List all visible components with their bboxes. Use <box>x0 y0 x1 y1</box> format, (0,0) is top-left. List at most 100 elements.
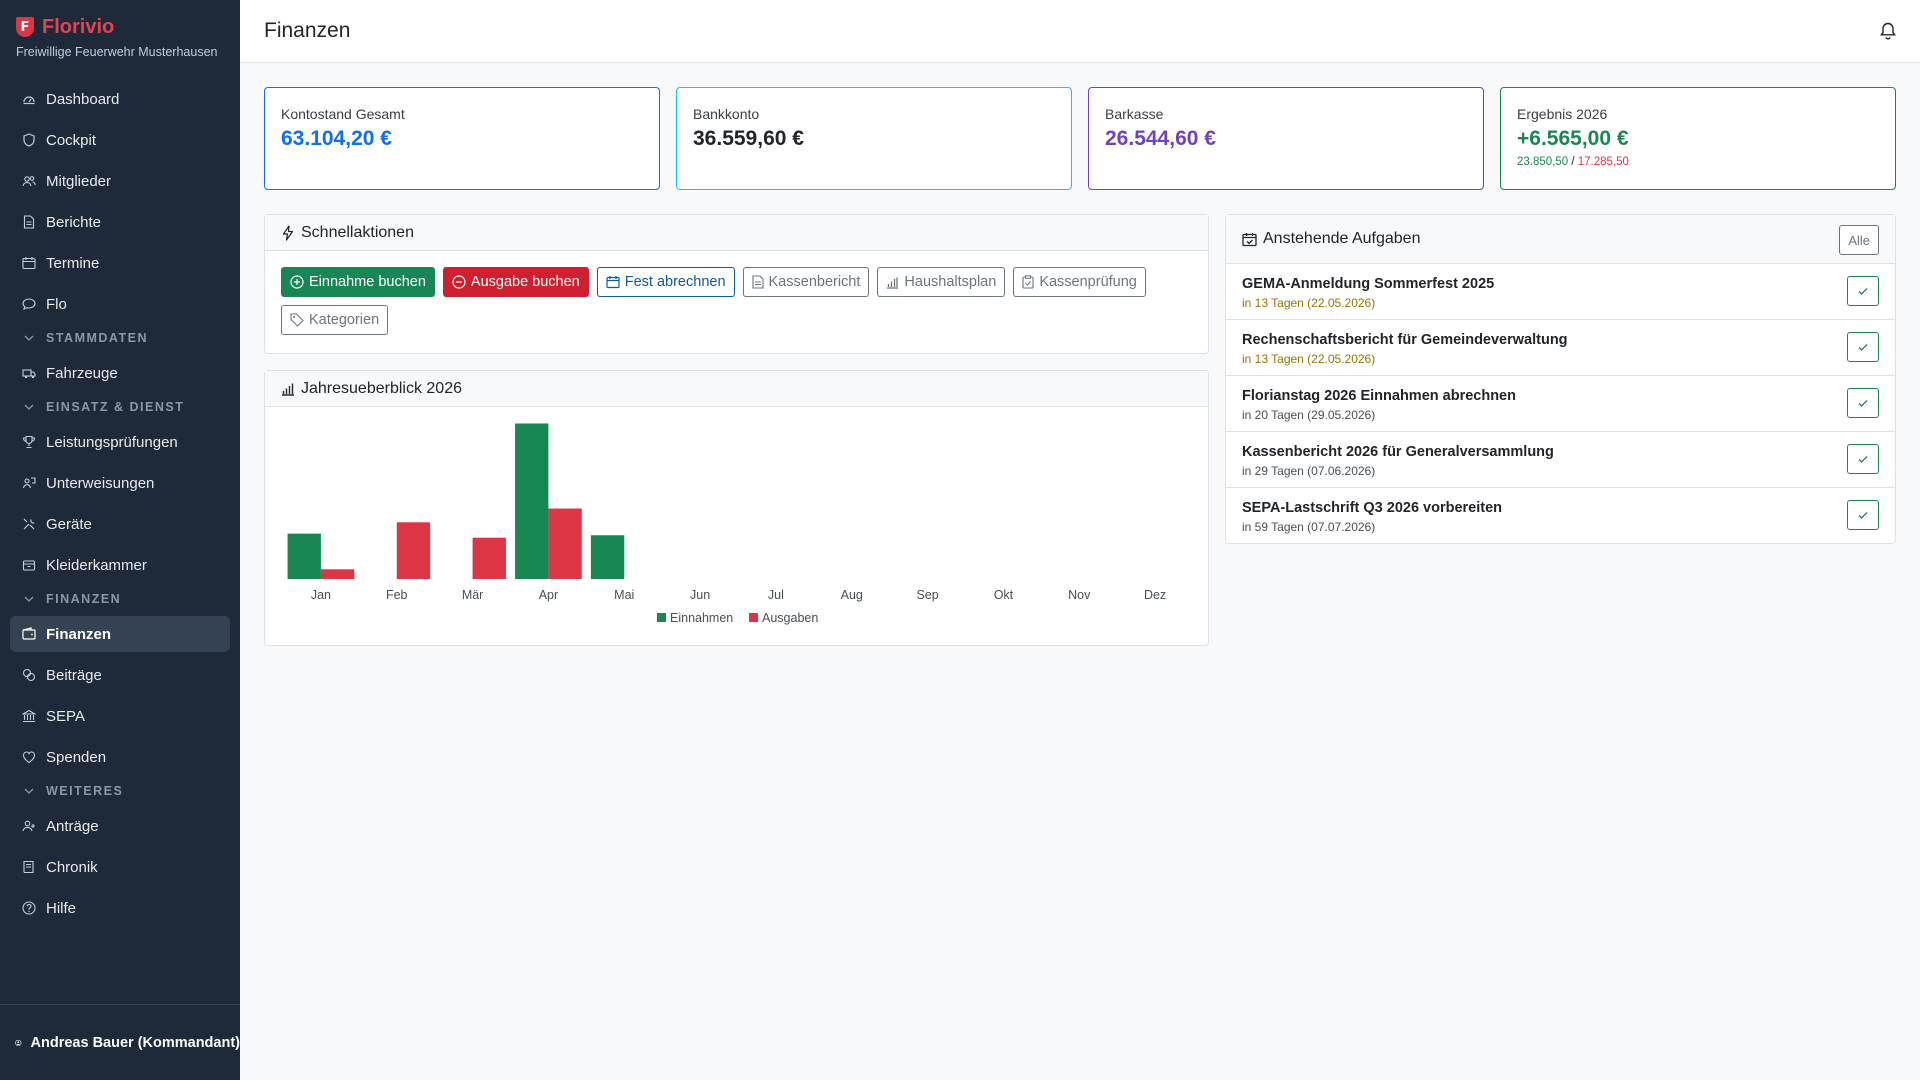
stat-card-total: Kontostand Gesamt 63.104,20 € <box>264 87 660 190</box>
sidebar-item-kleiderkammer[interactable]: Kleiderkammer <box>10 547 230 583</box>
stat-value: 36.559,60 € <box>693 127 804 150</box>
brand: F Florivio Freiwillige Feuerwehr Musterh… <box>16 14 231 59</box>
legend-swatch <box>749 613 758 622</box>
bell-icon[interactable] <box>1878 21 1898 41</box>
x-tick-label: Okt <box>994 588 1014 602</box>
sidebar-item-label: Berichte <box>46 213 102 231</box>
stat-label: Barkasse <box>1105 106 1164 122</box>
complete-task-button[interactable] <box>1847 332 1879 362</box>
bar-einnahmen-apr <box>515 423 549 579</box>
chevron-down-icon <box>24 596 34 602</box>
task-title[interactable]: Florianstag 2026 Einnahmen abrechnen <box>1242 388 1879 404</box>
check-icon <box>1858 288 1868 295</box>
task-title[interactable]: GEMA-Anmeldung Sommerfest 2025 <box>1242 276 1879 292</box>
kategorien-button[interactable]: Kategorien <box>281 305 389 335</box>
section-einsatz[interactable]: EINSATZ & DIENST <box>10 397 230 417</box>
bar-ausgaben-feb <box>396 522 431 579</box>
sidebar-item-hilfe[interactable]: Hilfe <box>10 890 230 926</box>
sidebar-item-leistungsprüfungen[interactable]: Leistungsprüfungen <box>10 424 230 460</box>
complete-task-button[interactable] <box>1847 388 1879 418</box>
expense-button[interactable]: Ausgabe buchen <box>442 267 589 297</box>
section-weiteres[interactable]: WEITERES <box>10 781 230 801</box>
task-row: Kassenbericht 2026 für Generalversammlun… <box>1226 432 1895 488</box>
income-button[interactable]: Einnahme buchen <box>281 267 435 297</box>
complete-task-button[interactable] <box>1847 276 1879 306</box>
sidebar-item-fahrzeuge[interactable]: Fahrzeuge <box>10 355 230 391</box>
legend-label: Ausgaben <box>762 611 818 625</box>
legend-label: Einnahmen <box>670 611 733 625</box>
bar-chart-icon <box>887 277 899 289</box>
sidebar-item-mitglieder[interactable]: Mitglieder <box>10 163 230 199</box>
sidebar-item-label: Cockpit <box>46 131 97 149</box>
sidebar-item-unterweisungen[interactable]: Unterweisungen <box>10 465 230 501</box>
complete-task-button[interactable] <box>1847 444 1879 474</box>
user-menu[interactable]: Andreas Bauer (Kommandant) <box>0 1004 240 1080</box>
help-icon <box>22 901 36 915</box>
bar-chart-icon <box>282 383 294 396</box>
sidebar-item-berichte[interactable]: Berichte <box>10 204 230 240</box>
sidebar-nav: Dashboard Cockpit Mitglieder Berichte Termin… <box>10 81 230 931</box>
sidebar-item-label: Hilfe <box>46 899 77 917</box>
x-tick-label: Feb <box>386 588 408 602</box>
section-label: FINANZEN <box>46 592 122 606</box>
sidebar-item-finanzen[interactable]: Finanzen <box>10 616 230 652</box>
all-tasks-button[interactable]: Alle <box>1839 225 1879 255</box>
task-due: in 13 Tagen (22.05.2026) <box>1242 352 1376 366</box>
stat-label: Ergebnis 2026 <box>1517 106 1608 122</box>
sidebar-item-cockpit[interactable]: Cockpit <box>10 122 230 158</box>
task-row: SEPA-Lastschrift Q3 2026 vorbereiten in 5… <box>1226 488 1895 544</box>
panel-header: Anstehende Aufgaben Alle <box>1226 215 1895 264</box>
panel-title: Schnellaktionen <box>301 223 414 241</box>
task-title[interactable]: Rechenschaftsbericht für Gemeindeverwalt… <box>1242 332 1879 348</box>
sidebar-item-label: Fahrzeuge <box>46 364 118 382</box>
x-tick-label: Aug <box>841 588 863 602</box>
sidebar-item-beiträge[interactable]: Beiträge <box>10 657 230 693</box>
document-icon <box>23 215 35 229</box>
section-stammdaten[interactable]: STAMMDATEN <box>10 328 230 348</box>
calendar-icon <box>606 276 620 289</box>
brand-link[interactable]: F Florivio <box>16 14 231 40</box>
stat-label: Bankkonto <box>693 106 760 122</box>
user-name: Andreas Bauer (Kommandant) <box>30 1034 240 1051</box>
separator: / <box>1568 156 1578 168</box>
sidebar-item-sepa[interactable]: SEPA <box>10 698 230 734</box>
bar-ausgaben-apr <box>548 508 582 579</box>
top-header: Finanzen <box>240 0 1920 63</box>
sidebar-item-flo[interactable]: Flo <box>10 286 230 322</box>
fest-button[interactable]: Fest abrechnen <box>596 267 735 297</box>
sidebar-item-dashboard[interactable]: Dashboard <box>10 81 230 117</box>
complete-task-button[interactable] <box>1847 500 1879 530</box>
section-finanzen[interactable]: FINANZEN <box>10 589 230 609</box>
sidebar-item-spenden[interactable]: Spenden <box>10 739 230 775</box>
kassenpruefung-button[interactable]: Kassenprüfung <box>1013 267 1146 297</box>
task-due: in 59 Tagen (07.07.2026) <box>1242 520 1376 534</box>
tools-icon <box>23 518 35 530</box>
page-title: Finanzen <box>264 19 351 42</box>
stat-card-result: Ergebnis 2026 +6.565,00 € 23.850,50 / 17… <box>1500 87 1896 190</box>
sidebar-item-label: Mitglieder <box>46 172 112 190</box>
check-icon <box>1858 344 1868 351</box>
sidebar-item-chronik[interactable]: Chronik <box>10 849 230 885</box>
sidebar-item-label: SEPA <box>46 707 85 725</box>
brand-name: Florivio <box>42 15 115 38</box>
x-tick-label: Jul <box>768 588 784 602</box>
task-title[interactable]: Kassenbericht 2026 für Generalversammlun… <box>1242 444 1879 460</box>
brand-subtitle: Freiwillige Feuerwehr Musterhausen <box>16 45 218 59</box>
sidebar-item-termine[interactable]: Termine <box>10 245 230 281</box>
sidebar-item-geräte[interactable]: Geräte <box>10 506 230 542</box>
bar-ausgaben-mär <box>472 537 506 579</box>
person-add-icon <box>22 820 35 832</box>
kassenbericht-button[interactable]: Kassenbericht <box>742 267 870 297</box>
stat-breakdown: 23.850,50 / 17.285,50 <box>1517 156 1879 168</box>
button-label: Haushaltsplan <box>904 274 997 290</box>
task-due: in 20 Tagen (29.05.2026) <box>1242 408 1376 422</box>
x-tick-label: Nov <box>1068 588 1091 602</box>
haushaltsplan-button[interactable]: Haushaltsplan <box>877 267 1006 297</box>
people-icon <box>22 176 36 187</box>
chart-title: Jahresueberblick 2026 <box>301 379 462 397</box>
button-label: Kassenprüfung <box>1039 274 1137 290</box>
coins-icon <box>22 668 36 682</box>
task-title[interactable]: SEPA-Lastschrift Q3 2026 vorbereiten <box>1242 500 1879 516</box>
sidebar-item-label: Flo <box>46 295 67 313</box>
sidebar-item-anträge[interactable]: Anträge <box>10 808 230 844</box>
